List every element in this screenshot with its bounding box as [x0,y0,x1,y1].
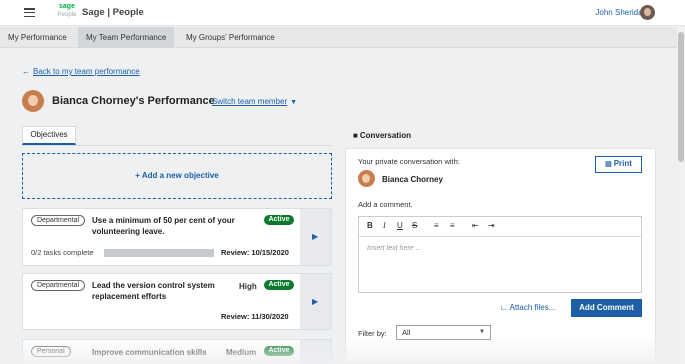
back-link-label: Back to my team performance [33,67,140,76]
paperclip-icon: ∟ [500,303,508,312]
review-date: Review: 11/30/2020 [221,312,289,321]
editor-toolbar: B I U S ≡ ≡ ⇤ ⇥ [359,217,641,237]
objective-title: Lead the version control system replacem… [92,281,215,301]
user-avatar[interactable] [640,5,655,20]
chevron-right-icon: ▶ [312,232,319,241]
strikethrough-icon[interactable]: S [412,221,417,230]
caret-down-icon: ▼ [479,329,485,335]
status-badge: Active [264,346,294,356]
conversation-name: Bianca Chorney [382,175,443,184]
italic-icon[interactable]: I [383,221,386,230]
switch-team-member-label: Switch team member [212,97,288,106]
tab-objectives[interactable]: Objectives [22,126,76,145]
divider [22,145,332,146]
priority-label: Medium [226,348,257,357]
tasks-complete: 0/2 tasks complete [31,248,94,257]
attach-files-link[interactable]: ∟ Attach files... [500,303,555,312]
status-badge: Active [264,280,294,290]
logo-brand: sage [59,3,75,10]
employee-avatar [22,90,44,112]
printer-icon: ▤ [605,161,612,168]
objective-card[interactable]: Personal Improve communication skills Me… [22,339,332,364]
numbered-list-icon[interactable]: ≡ [434,221,439,230]
conversation-avatar [358,170,375,187]
outdent-icon[interactable]: ⇤ [472,221,479,230]
add-objective-button[interactable]: + Add a new objective [22,153,332,199]
add-comment-button[interactable]: Add Comment [571,299,642,317]
back-link[interactable]: ← Back to my team performance [22,67,140,76]
app-title: Sage | People [82,7,144,18]
objective-title: Improve communication skills [92,348,207,357]
editor-placeholder: Insert text here ... [367,245,422,252]
expand-button[interactable]: ▶ [300,209,331,265]
arrow-left-icon: ← [22,67,30,76]
objective-tag: Departmental [31,280,86,291]
caret-down-icon: ▼ [290,99,298,106]
filter-value: All [402,328,411,337]
scrollbar-thumb[interactable] [678,32,684,162]
objective-card[interactable]: Departmental Lead the version control sy… [22,273,332,330]
conversation-header: ■ Conversation [353,131,411,140]
add-comment-label: Add a comment. [358,200,413,209]
conversation-with-label: Your private conversation with: [358,157,460,166]
top-bar: sage People Sage | People John Sheridan [0,0,685,26]
tab-my-groups-performance[interactable]: My Groups' Performance [178,27,283,48]
expand-button[interactable]: ▶ [300,274,331,329]
comment-editor[interactable]: B I U S ≡ ≡ ⇤ ⇥ Insert text here ... [358,216,642,293]
tab-my-team-performance[interactable]: My Team Performance [78,27,175,48]
filter-select[interactable]: All ▼ [396,325,491,340]
bulleted-list-icon[interactable]: ≡ [450,221,455,230]
logo-sub: People [57,12,77,18]
tasks-progress-bar [104,249,214,257]
objective-tag: Departmental [31,215,86,226]
page-scrollbar[interactable] [677,27,685,364]
print-button[interactable]: ▤ Print [595,156,642,173]
sage-logo[interactable]: sage People [57,3,77,18]
objective-title: Use a minimum of 50 per cent of your vol… [92,216,235,236]
review-date: Review: 10/15/2020 [221,248,289,257]
objective-tag: Personal [31,346,71,357]
hamburger-menu-icon[interactable] [24,8,35,18]
switch-team-member-dropdown[interactable]: Switch team member ▼ [212,97,297,106]
expand-button[interactable] [300,340,331,364]
conversation-panel: Your private conversation with: ▤ Print B… [345,148,656,364]
chat-bubble-icon: ■ [353,131,358,140]
chevron-right-icon: ▶ [312,296,319,306]
page-title: Bianca Chorney's Performance [52,95,215,107]
underline-icon[interactable]: U [397,221,403,230]
objective-card[interactable]: Departmental Use a minimum of 50 per cen… [22,208,332,266]
print-label: Print [613,159,632,168]
bold-icon[interactable]: B [367,221,373,230]
priority-label: High [239,282,257,291]
status-badge: Active [264,215,294,225]
conversation-header-label: Conversation [359,131,411,140]
tab-my-performance[interactable]: My Performance [0,27,75,48]
filter-label: Filter by: [358,329,387,338]
indent-icon[interactable]: ⇥ [488,221,495,230]
tab-bar: My Performance My Team Performance My Gr… [0,27,685,48]
attach-files-label: Attach files... [509,303,556,312]
